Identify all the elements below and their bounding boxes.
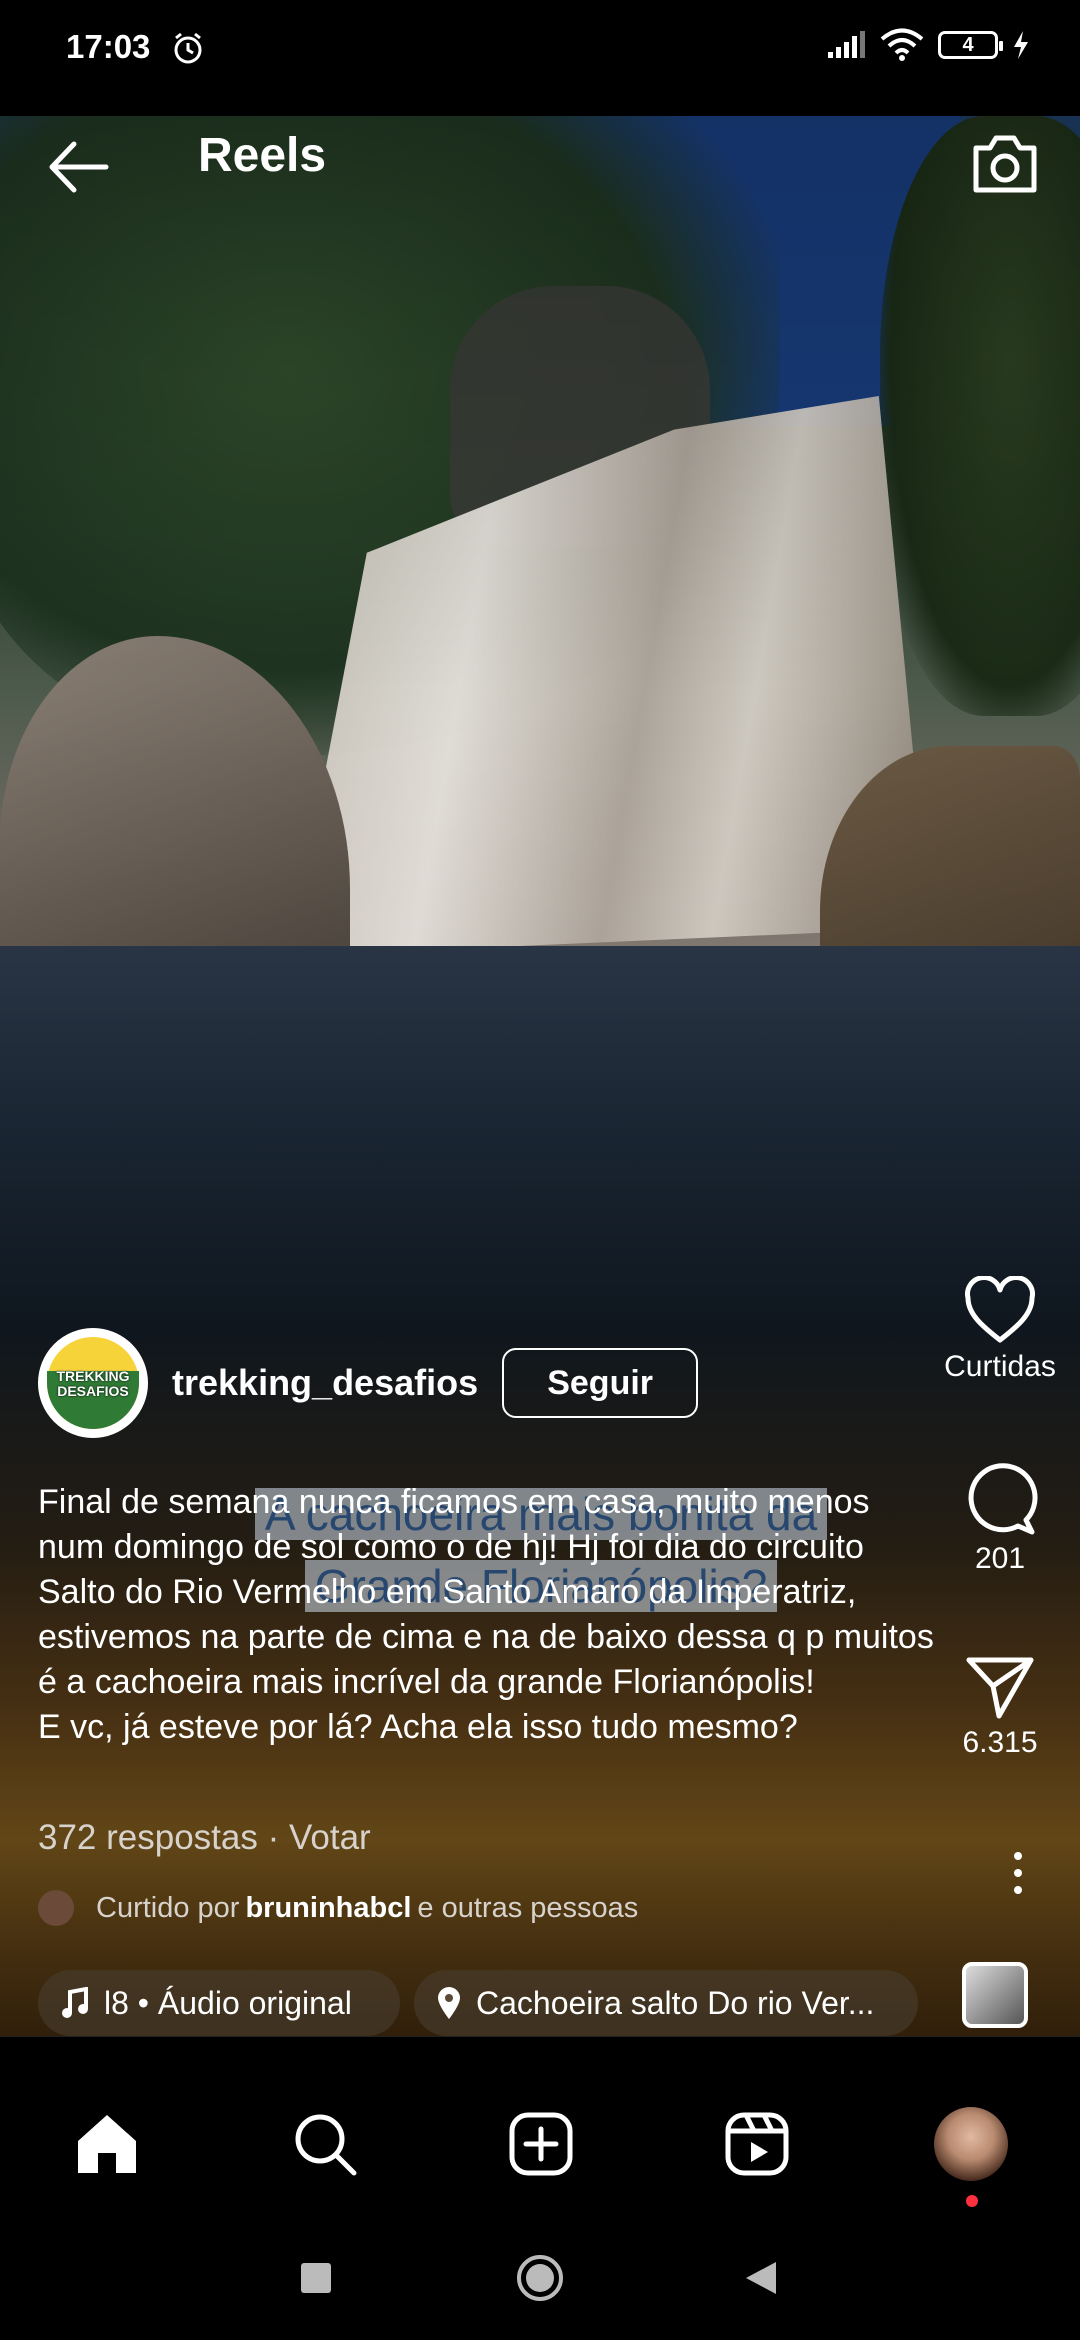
home-button-icon[interactable] [516,2254,564,2302]
caption-line: Final de semana nunca ficamos em casa, m… [38,1483,934,1701]
system-navigation [0,2216,1080,2340]
audio-label: l8 • Áudio original [104,1984,352,2021]
caption-line: E vc, já esteve por lá? Acha ela isso tu… [38,1708,798,1746]
charging-icon [1014,31,1028,59]
follow-button[interactable]: Seguir [502,1348,699,1418]
author-row: TREKKING DESAFIOS trekking_desafios Segu… [38,1328,699,1438]
liked-by-user: bruninhabcl [245,1891,412,1924]
author-avatar[interactable]: TREKKING DESAFIOS [38,1328,148,1438]
plus-square-icon[interactable] [506,2109,576,2179]
more-vertical-icon[interactable] [1012,1850,1024,1896]
like-action[interactable]: Curtidas [920,1276,1080,1384]
author-username[interactable]: trekking_desafios [172,1362,478,1404]
liked-by-avatar [38,1890,74,1926]
location-pin-icon [438,1987,460,2019]
comments-count: 201 [974,1542,1026,1575]
reels-header: Reels [0,116,1080,236]
location-chip[interactable]: Cachoeira salto Do rio Ver... [414,1970,918,2036]
status-icons: 4 [826,28,1030,62]
status-bar: 17:03 4 [0,0,1080,116]
page-title: Reels [198,129,327,182]
profile-avatar[interactable] [934,2107,1008,2181]
camera-icon[interactable] [966,124,1044,202]
comment-icon[interactable] [962,1462,1038,1538]
signal-icon [828,31,865,58]
alarm-icon [174,32,202,64]
heart-icon[interactable] [962,1276,1038,1346]
share-action[interactable]: 6.315 [920,1652,1080,1760]
avatar-logo-text: TREKKING DESAFIOS [56,1368,130,1399]
reels-icon[interactable] [722,2109,792,2179]
audio-thumbnail[interactable] [962,1962,1028,2028]
reel-caption[interactable]: Final de semana nunca ficamos em casa, m… [38,1480,938,1750]
replies-link[interactable]: 372 respostas · Votar [38,1818,371,1858]
notification-dot [966,2195,978,2207]
home-icon[interactable] [72,2109,142,2179]
bottom-nav [0,2036,1080,2217]
likes-label: Curtidas [944,1350,1056,1383]
liked-by[interactable]: Curtido por bruninhabcl e outras pessoas [38,1890,638,1926]
music-note-icon [62,1987,88,2018]
arrow-left-icon[interactable] [40,130,114,204]
battery-indicator: 4 [938,31,1003,59]
liked-by-suffix: e outras pessoas [417,1891,639,1924]
liked-by-prefix: Curtido por [96,1891,240,1924]
search-icon[interactable] [290,2109,360,2179]
wifi-icon [880,28,924,61]
location-label: Cachoeira salto Do rio Ver... [476,1984,875,2021]
comment-action[interactable]: 201 [920,1462,1080,1576]
back-button-icon[interactable] [744,2260,778,2296]
status-time: 17:03 [66,28,151,65]
audio-chip[interactable]: l8 • Áudio original [38,1970,400,2036]
send-icon[interactable] [963,1652,1037,1722]
shares-count: 6.315 [962,1726,1038,1759]
recent-apps-icon[interactable] [300,2262,332,2294]
